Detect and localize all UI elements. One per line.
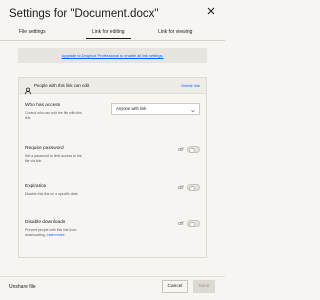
password-toggle[interactable] — [187, 146, 200, 153]
password-label: Require password — [25, 146, 64, 151]
setting-disable-downloads: Disable downloads Prevent people with th… — [19, 220, 206, 250]
setting-require-password: Require password Set a password to limit… — [19, 146, 206, 174]
toggle-knob — [189, 185, 195, 191]
setting-expiration: Expiration Disable this link on a specif… — [19, 184, 206, 206]
tab-link-for-editing[interactable]: Link for editing — [86, 29, 130, 39]
footer-divider — [0, 276, 225, 277]
setting-who-has-access: Who has access Control who can edit the … — [19, 103, 206, 131]
link-permission-label: People with this link can edit — [34, 83, 90, 88]
downloads-description: Prevent people with this link from downl… — [25, 228, 87, 238]
access-select[interactable]: Anyone with link — [111, 103, 200, 115]
learn-more-link[interactable]: Learn more — [47, 233, 65, 237]
settings-dialog: Settings for "Document.docx" File settin… — [0, 0, 225, 300]
access-description: Control who can edit the file with this … — [25, 111, 82, 120]
expiration-description: Disable this link on a specific date. — [25, 192, 79, 196]
expiration-toggle-state: Off — [178, 185, 184, 190]
close-icon[interactable] — [205, 4, 217, 16]
expiration-label: Expiration — [25, 184, 47, 189]
delete-link-button[interactable]: Delete link — [181, 83, 200, 88]
save-button[interactable]: Save — [193, 280, 215, 293]
access-select-value: Anyone with link — [116, 106, 147, 111]
tab-bar: File settings Link for editing Link for … — [0, 28, 225, 41]
dialog-title: Settings for "Document.docx" — [9, 8, 159, 20]
password-toggle-state: Off — [178, 147, 184, 152]
toggle-knob — [189, 147, 195, 153]
cancel-button[interactable]: Cancel — [162, 280, 188, 293]
password-description: Set a password to limit access to the fi… — [25, 154, 82, 163]
upgrade-banner: Upgrade to Dropbox Professional to enabl… — [18, 48, 207, 63]
link-settings-panel: People with this link can edit Delete li… — [18, 77, 207, 258]
access-label: Who has access — [25, 103, 61, 108]
tab-file-settings[interactable]: File settings — [19, 29, 46, 35]
downloads-toggle-state: Off — [178, 221, 184, 226]
person-icon — [24, 82, 32, 95]
expiration-toggle[interactable] — [187, 184, 200, 191]
downloads-label: Disable downloads — [25, 220, 66, 225]
downloads-toggle[interactable] — [187, 220, 200, 227]
tab-link-for-viewing[interactable]: Link for viewing — [158, 29, 192, 35]
link-permission-header: People with this link can edit Delete li… — [19, 78, 206, 95]
chevron-down-icon — [191, 107, 195, 113]
upgrade-link[interactable]: Upgrade to Dropbox Professional to enabl… — [61, 53, 163, 58]
unshare-file-button[interactable]: Unshare file — [9, 284, 36, 290]
toggle-knob — [189, 221, 195, 227]
